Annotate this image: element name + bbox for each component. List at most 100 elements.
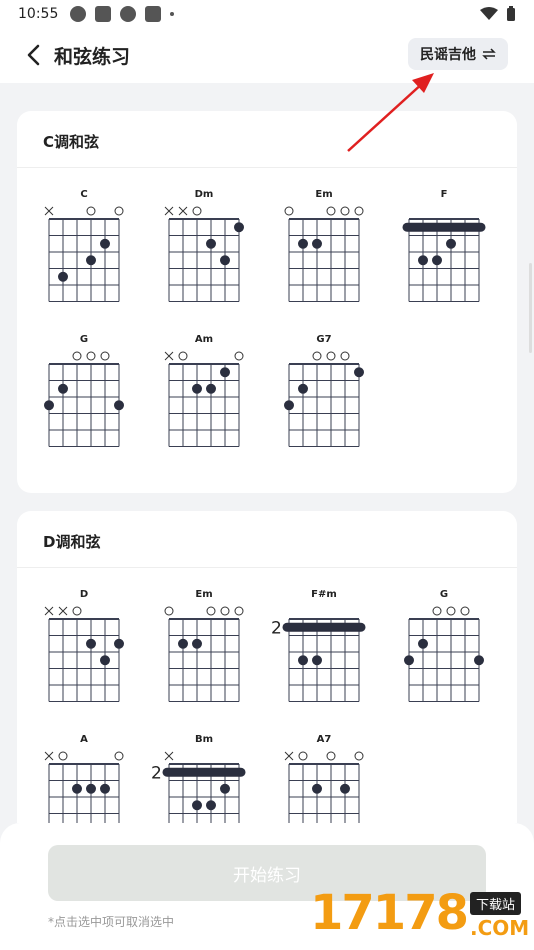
chord-name: G xyxy=(80,334,88,345)
finger-dot xyxy=(114,638,124,649)
finger-dot xyxy=(418,638,428,649)
guitar-mode-button[interactable]: 民谣吉他 xyxy=(408,38,508,70)
open-string-marker xyxy=(234,606,244,616)
finger-dot xyxy=(72,783,82,794)
notification-icon xyxy=(120,6,137,22)
open-string-marker xyxy=(432,606,442,616)
open-string-marker xyxy=(86,351,96,361)
chord-diagram[interactable]: G xyxy=(404,589,484,702)
open-string-marker xyxy=(114,206,124,216)
chord-diagram[interactable]: F#m 2 xyxy=(271,589,366,702)
finger-dot xyxy=(58,271,68,282)
notification-icon xyxy=(70,6,87,22)
chord-name: A xyxy=(80,734,88,745)
open-string-marker xyxy=(298,751,308,761)
status-bar: 10:55 xyxy=(0,0,534,28)
finger-dot xyxy=(312,655,322,666)
wifi-icon xyxy=(480,7,498,20)
finger-dot xyxy=(404,655,414,666)
notification-icon xyxy=(95,6,112,22)
finger-dot xyxy=(474,655,484,666)
status-time: 10:55 xyxy=(18,6,59,22)
finger-dot xyxy=(206,238,216,249)
open-string-marker xyxy=(326,351,336,361)
finger-dot xyxy=(100,783,110,794)
finger-dot xyxy=(298,655,308,666)
chord-diagram[interactable]: F xyxy=(402,189,486,302)
finger-dot xyxy=(446,238,456,249)
finger-dot xyxy=(220,367,230,378)
watermark-badge: 下载站 xyxy=(470,892,522,915)
chord-name: Em xyxy=(315,189,332,200)
chord-name: D xyxy=(80,589,88,600)
chord-diagram[interactable]: G xyxy=(44,334,124,447)
finger-dot xyxy=(284,400,294,411)
notification-icon xyxy=(145,6,162,22)
chord-diagram[interactable]: Dm xyxy=(164,189,244,302)
chord-section-card: C调和弦 C Dm Em F G Am G7 xyxy=(17,111,517,493)
open-string-marker xyxy=(58,751,68,761)
finger-dot xyxy=(86,255,96,266)
open-string-marker xyxy=(72,606,82,616)
open-string-marker xyxy=(192,206,202,216)
chord-diagram[interactable]: Bm 2 xyxy=(151,734,246,823)
open-string-marker xyxy=(178,351,188,361)
chord-name: G7 xyxy=(316,334,331,345)
chord-diagram[interactable]: Em xyxy=(164,589,244,702)
open-string-marker xyxy=(312,351,322,361)
finger-dot xyxy=(234,222,244,233)
watermark-suffix: .COM xyxy=(470,916,530,940)
chord-name: A7 xyxy=(317,734,332,745)
open-string-marker xyxy=(114,751,124,761)
chord-diagram[interactable]: D xyxy=(44,589,124,702)
open-string-marker xyxy=(446,606,456,616)
fret-number-label: 2 xyxy=(271,618,282,638)
open-string-marker xyxy=(354,751,364,761)
back-arrow-icon[interactable] xyxy=(22,42,48,68)
finger-dot xyxy=(220,783,230,794)
finger-dot xyxy=(340,783,350,794)
finger-dot xyxy=(418,255,428,266)
chord-diagram[interactable]: A xyxy=(44,734,124,823)
more-notifications-icon xyxy=(170,12,175,16)
open-string-marker xyxy=(460,606,470,616)
finger-dot xyxy=(298,238,308,249)
finger-dot xyxy=(206,800,216,811)
chord-grid: C Dm Em F G Am G7 xyxy=(44,189,486,447)
finger-dot xyxy=(114,400,124,411)
finger-dot xyxy=(58,383,68,394)
open-string-marker xyxy=(206,606,216,616)
swap-icon xyxy=(482,48,496,60)
chord-name: G xyxy=(440,589,448,600)
open-string-marker xyxy=(220,606,230,616)
chord-diagram[interactable]: A7 xyxy=(284,734,364,823)
guitar-mode-label: 民谣吉他 xyxy=(420,47,476,63)
finger-dot xyxy=(220,255,230,266)
finger-dot xyxy=(192,383,202,394)
open-string-marker xyxy=(354,206,364,216)
chord-section-card: D调和弦 D Em F#m 2 G A Bm 2 A7 xyxy=(17,511,517,823)
chord-grid: D Em F#m 2 G A Bm 2 A7 xyxy=(44,589,484,823)
watermark-logo: 17178 xyxy=(310,885,469,941)
chord-list[interactable]: C调和弦 C Dm Em F G Am G7 D调和弦 D Em F#m 2 G A Bm 2 A7 xyxy=(0,83,534,823)
deselect-hint: *点击选中项可取消选中 xyxy=(48,915,175,929)
open-string-marker xyxy=(284,206,294,216)
finger-dot xyxy=(44,400,54,411)
chord-diagram[interactable]: C xyxy=(44,189,124,302)
open-string-marker xyxy=(72,351,82,361)
chord-name: Am xyxy=(195,334,213,345)
finger-dot xyxy=(86,783,96,794)
fret-number-label: 2 xyxy=(151,763,162,783)
finger-dot xyxy=(192,638,202,649)
chord-diagram[interactable]: Am xyxy=(164,334,244,447)
open-string-marker xyxy=(326,751,336,761)
chord-diagram[interactable]: G7 xyxy=(284,334,364,447)
scrollbar[interactable] xyxy=(529,263,532,353)
finger-dot xyxy=(298,383,308,394)
chord-name: F#m xyxy=(311,589,337,600)
chord-diagram[interactable]: Em xyxy=(284,189,364,302)
finger-dot xyxy=(432,255,442,266)
chord-name: Bm xyxy=(195,734,213,745)
app-header: 和弦练习 民谣吉他 xyxy=(0,28,534,83)
finger-dot xyxy=(312,238,322,249)
